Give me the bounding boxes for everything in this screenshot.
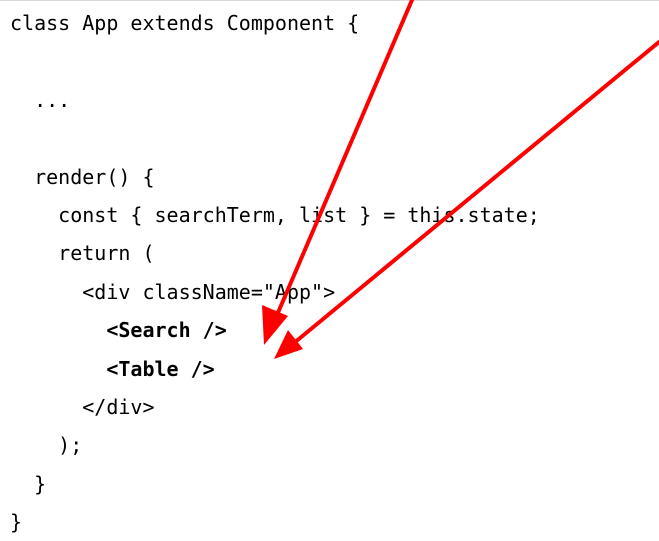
code-line-13: }	[10, 471, 47, 496]
code-line-12: );	[10, 433, 83, 458]
code-line-7: return (	[10, 241, 155, 266]
code-line-14: }	[10, 510, 23, 535]
code-line-3: ...	[10, 87, 71, 112]
code-line-table: <Table />	[10, 356, 215, 381]
code-block: class App extends Component { ... render…	[10, 4, 540, 541]
code-line-6: const { searchTerm, list } = this.state;	[10, 202, 540, 227]
code-line-5: render() {	[10, 164, 155, 189]
code-line-8: <div className="App">	[10, 279, 336, 304]
code-line-1: class App extends Component {	[10, 11, 360, 35]
code-line-search: <Search />	[10, 318, 227, 343]
code-line-11: </div>	[10, 394, 155, 419]
top-divider	[0, 0, 659, 1]
